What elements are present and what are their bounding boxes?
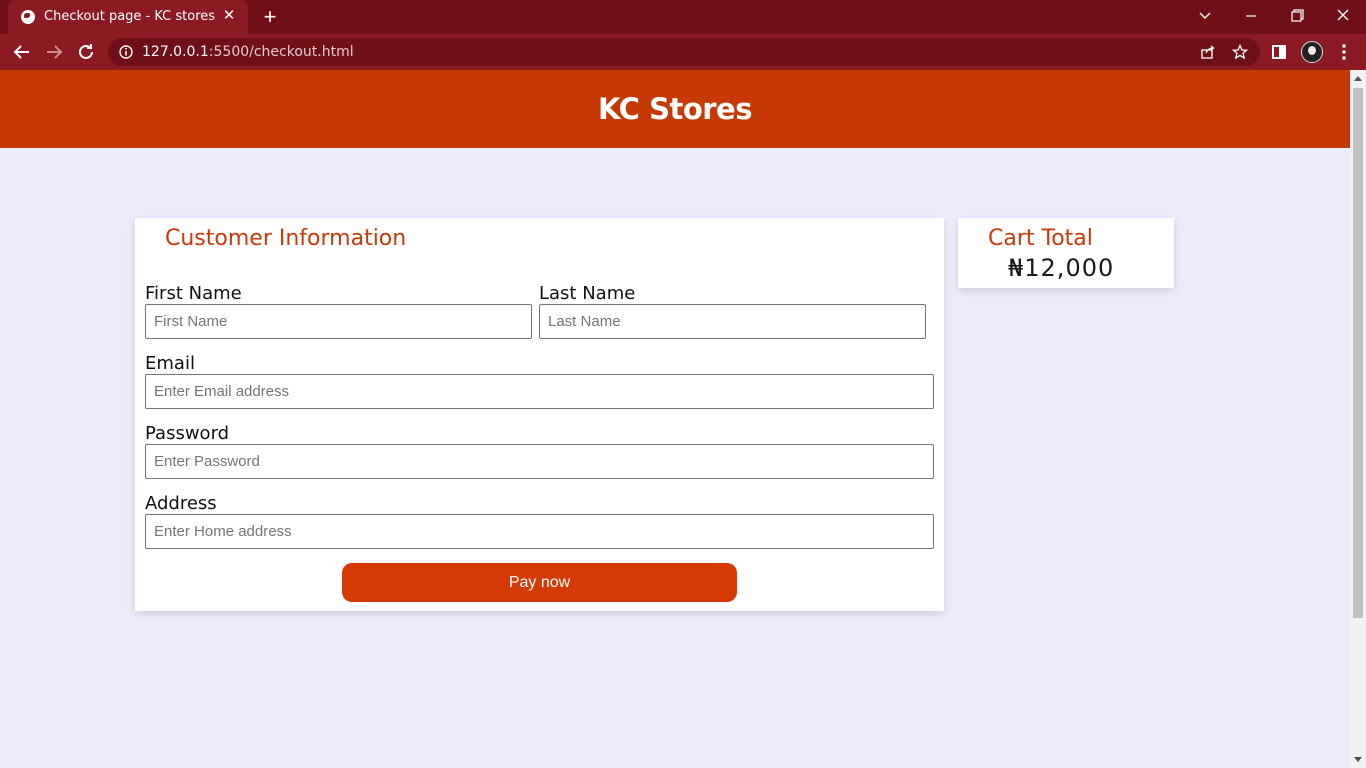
site-info-icon[interactable]: [118, 44, 134, 60]
cart-total-card: Cart Total ₦12,000: [958, 218, 1174, 288]
share-icon[interactable]: [1200, 44, 1216, 60]
first-name-input[interactable]: [145, 304, 532, 339]
close-window-icon[interactable]: [1329, 5, 1357, 27]
site-title: KC Stores: [598, 92, 752, 126]
browser-tab-strip: Checkout page - KC stores ✕ +: [0, 0, 1366, 34]
customer-info-card: Customer Information First Name Last Nam…: [135, 218, 944, 611]
page-viewport: KC Stores Customer Information First Nam…: [0, 70, 1350, 768]
minimize-icon[interactable]: [1237, 5, 1265, 27]
section-title: Customer Information: [165, 226, 407, 251]
menu-kebab-icon[interactable]: [1332, 40, 1356, 64]
tab-close-icon[interactable]: ✕: [220, 7, 238, 25]
address-bar[interactable]: 127.0.0.1:5500/checkout.html: [108, 38, 1260, 66]
cart-total-title: Cart Total: [988, 226, 1093, 251]
reload-icon[interactable]: [74, 40, 98, 64]
back-arrow-icon[interactable]: [10, 40, 34, 64]
tab-search-icon[interactable]: [1191, 5, 1219, 27]
site-header: KC Stores: [0, 70, 1350, 148]
password-input[interactable]: [145, 444, 934, 479]
side-panel-icon[interactable]: [1267, 40, 1291, 64]
last-name-label: Last Name: [539, 283, 636, 304]
email-input[interactable]: [145, 374, 934, 409]
bookmark-star-icon[interactable]: [1232, 44, 1248, 60]
address-label: Address: [145, 493, 217, 514]
new-tab-icon[interactable]: +: [259, 6, 281, 28]
password-label: Password: [145, 423, 230, 444]
scroll-thumb[interactable]: [1353, 88, 1363, 618]
scroll-down-arrow-icon[interactable]: [1354, 757, 1362, 762]
cart-total-amount: ₦12,000: [1008, 254, 1115, 282]
tab-title: Checkout page - KC stores: [44, 9, 216, 24]
email-label: Email: [145, 353, 195, 374]
first-name-label: First Name: [145, 283, 242, 304]
profile-avatar[interactable]: [1301, 41, 1323, 63]
browser-toolbar: 127.0.0.1:5500/checkout.html: [0, 34, 1366, 70]
url-text: 127.0.0.1:5500/checkout.html: [142, 44, 354, 60]
restore-icon[interactable]: [1283, 5, 1311, 27]
address-input[interactable]: [145, 514, 934, 549]
forward-arrow-icon[interactable]: [42, 40, 66, 64]
vertical-scrollbar[interactable]: [1350, 70, 1366, 768]
browser-tab-active[interactable]: Checkout page - KC stores ✕: [8, 0, 248, 34]
last-name-input[interactable]: [539, 304, 926, 339]
pay-now-button[interactable]: Pay now: [342, 563, 737, 602]
globe-icon: [21, 10, 35, 24]
scroll-up-arrow-icon[interactable]: [1354, 76, 1362, 81]
